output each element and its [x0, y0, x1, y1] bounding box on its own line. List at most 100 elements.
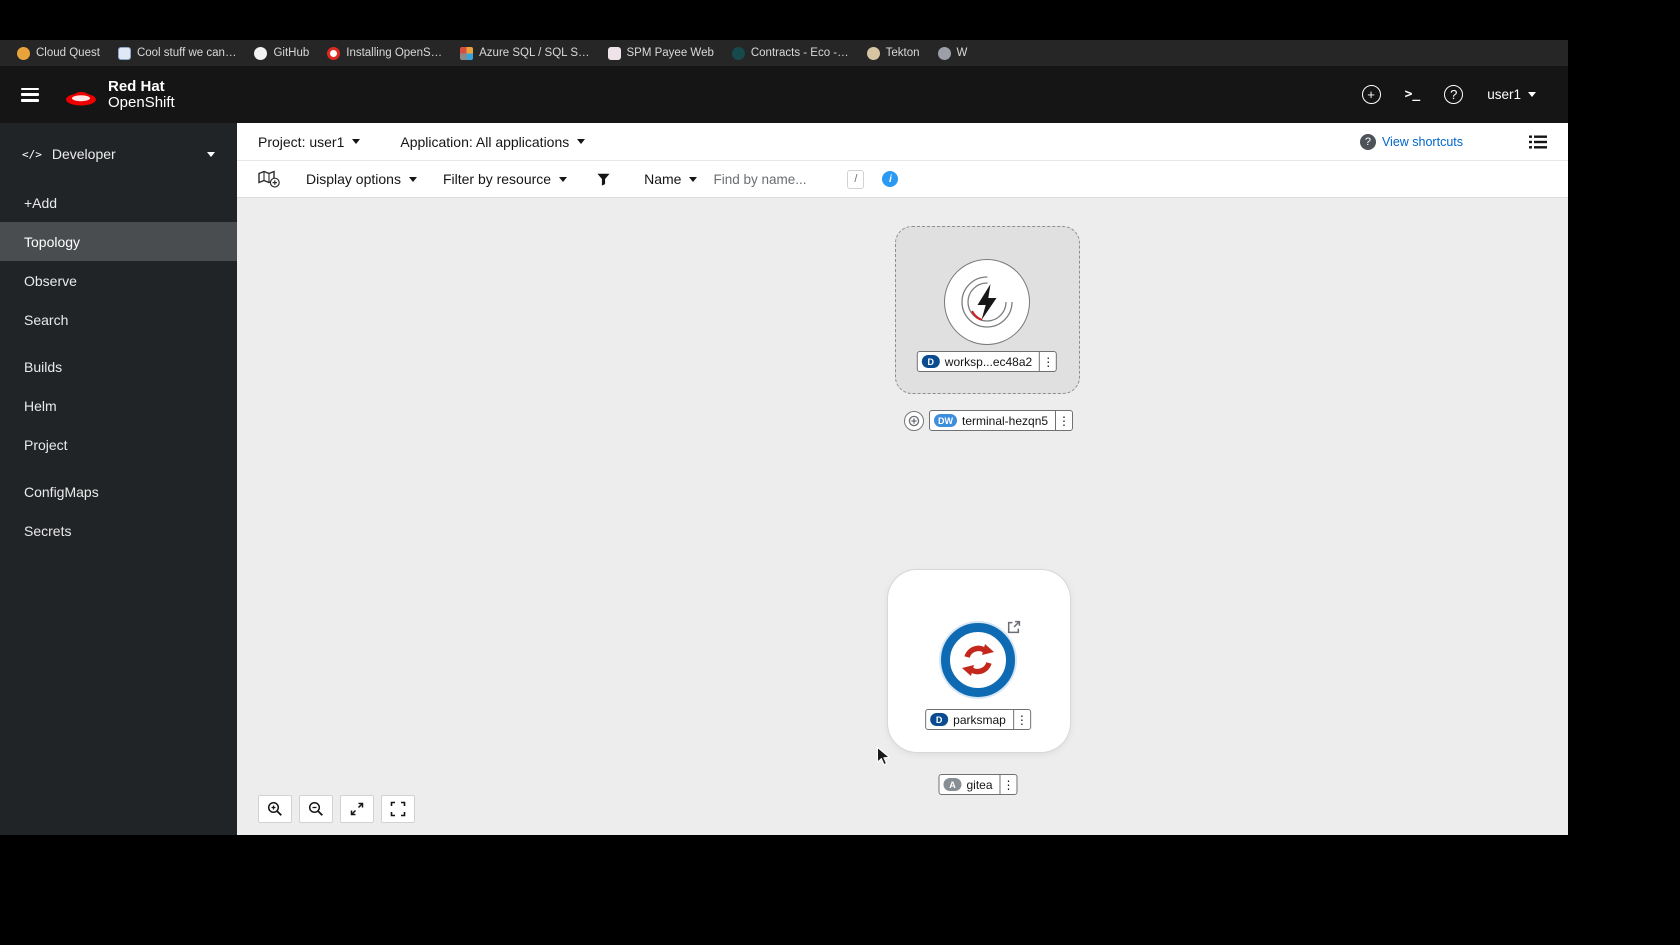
add-circle-icon[interactable]: +	[1361, 85, 1381, 104]
application-badge: A	[943, 778, 962, 791]
info-icon[interactable]: i	[882, 171, 899, 187]
bookmark-cool-stuff[interactable]: Cool stuff we can…	[109, 40, 246, 66]
bookmark-w[interactable]: W	[929, 40, 977, 66]
parksmap-icon[interactable]	[941, 623, 1015, 697]
mouse-cursor	[876, 746, 891, 772]
kebab-menu-icon[interactable]: ⋮	[1012, 710, 1030, 729]
map-plus-icon	[258, 170, 280, 188]
zoom-out-button[interactable]	[299, 795, 333, 823]
red-cycle-arrows-icon	[962, 644, 994, 676]
bookmark-tekton[interactable]: Tekton	[858, 40, 929, 66]
zoom-in-icon	[267, 801, 282, 816]
openshift-favicon	[327, 46, 341, 60]
sidebar-item-secrets[interactable]: Secrets	[0, 511, 237, 550]
bookmark-azure-sql[interactable]: Azure SQL / SQL S…	[451, 40, 598, 66]
tekton-favicon	[866, 46, 880, 60]
application-dropdown-label: Application: All applications	[400, 133, 570, 150]
chevron-down-icon	[207, 151, 215, 157]
list-icon	[1529, 135, 1547, 148]
browser-bookmarks-bar: Cloud Quest Cool stuff we can… GitHub In…	[0, 40, 1568, 66]
workspace-node-label[interactable]: D worksp...ec48a2 ⋮	[916, 351, 1058, 372]
spm-favicon	[607, 46, 621, 60]
kebab-menu-icon[interactable]: ⋮	[999, 775, 1017, 794]
workspace-label-text: worksp...ec48a2	[944, 354, 1033, 369]
question-circle-icon: ?	[1359, 133, 1376, 150]
gitea-node-label[interactable]: A gitea ⋮	[938, 774, 1018, 795]
sidebar-item-add[interactable]: +Add	[0, 183, 237, 222]
globe-favicon	[937, 46, 951, 60]
sidebar-item-helm[interactable]: Helm	[0, 386, 237, 425]
workspace-node[interactable]	[944, 259, 1030, 345]
cool-stuff-favicon	[117, 46, 131, 60]
terminal-decorator-icon[interactable]	[904, 410, 924, 431]
nav-label: +Add	[24, 194, 58, 211]
parksmap-node-label[interactable]: D parksmap ⋮	[925, 709, 1031, 730]
brand-text: Red Hat OpenShift	[108, 77, 175, 111]
chevron-down-icon	[1528, 92, 1536, 97]
list-view-toggle-button[interactable]	[1529, 135, 1547, 149]
nav-label: Topology	[24, 233, 81, 250]
sidebar-item-project[interactable]: Project	[0, 425, 237, 464]
web-terminal-icon[interactable]: >_	[1405, 87, 1421, 102]
export-application-button[interactable]	[258, 170, 280, 188]
nav-label: Project	[24, 436, 68, 453]
nav-label: Search	[24, 311, 69, 328]
topology-toolbar: Display options Filter by resource Name …	[237, 161, 1568, 198]
sidebar-item-topology[interactable]: Topology	[0, 222, 237, 261]
view-shortcuts-label: View shortcuts	[1381, 134, 1463, 149]
github-favicon	[254, 46, 268, 60]
zoom-controls	[258, 795, 415, 823]
zoom-out-icon	[308, 801, 323, 816]
sidebar-item-observe[interactable]: Observe	[0, 261, 237, 300]
user-menu[interactable]: user1	[1487, 87, 1536, 102]
azure-favicon	[460, 46, 474, 60]
project-dropdown[interactable]: Project: user1	[258, 134, 361, 150]
nav-label: Builds	[24, 358, 63, 375]
fullscreen-corners-icon	[390, 801, 406, 817]
fullscreen-button[interactable]	[381, 795, 415, 823]
bookmark-label: SPM Payee Web	[626, 47, 714, 59]
redhat-hat-icon	[66, 91, 96, 105]
bookmark-label: Cool stuff we can…	[136, 47, 237, 59]
expand-arrows-icon	[350, 802, 364, 816]
chevron-down-icon	[352, 139, 361, 144]
terminal-node-row: DW terminal-hezqn5 ⋮	[904, 410, 1074, 431]
find-by-name-input[interactable]	[711, 170, 844, 188]
sidebar-item-builds[interactable]: Builds	[0, 347, 237, 386]
filter-by-resource-dropdown[interactable]: Filter by resource	[442, 171, 568, 187]
zoom-in-button[interactable]	[258, 795, 292, 823]
fit-to-screen-button[interactable]	[340, 795, 374, 823]
cloud-quest-favicon	[17, 46, 30, 60]
sidebar: </> Developer +Add Topology Observe Sear…	[0, 123, 237, 835]
bookmark-label: Azure SQL / SQL S…	[479, 47, 590, 59]
nav-label: ConfigMaps	[24, 483, 99, 500]
filter-by-resource-label: Filter by resource	[442, 171, 552, 187]
perspective-switcher[interactable]: </> Developer	[0, 139, 237, 169]
bookmark-cloud-quest[interactable]: Cloud Quest	[8, 40, 109, 66]
user-name: user1	[1487, 87, 1521, 102]
kebab-menu-icon[interactable]: ⋮	[1039, 352, 1056, 371]
bookmark-label: Contracts - Eco -…	[750, 47, 849, 59]
hamburger-menu-icon[interactable]	[18, 86, 42, 104]
perspective-label: Developer	[51, 146, 116, 162]
help-icon[interactable]: ?	[1444, 85, 1464, 104]
terminal-node-label[interactable]: DW terminal-hezqn5 ⋮	[929, 410, 1074, 431]
bookmark-installing-openshift[interactable]: Installing OpenS…	[318, 40, 451, 66]
chevron-down-icon	[689, 176, 698, 182]
code-icon: </>	[22, 147, 42, 161]
sidebar-item-configmaps[interactable]: ConfigMaps	[0, 472, 237, 511]
bookmark-spm-payee[interactable]: SPM Payee Web	[599, 40, 723, 66]
sidebar-item-search[interactable]: Search	[0, 300, 237, 339]
kebab-menu-icon[interactable]: ⋮	[1055, 411, 1072, 430]
brand-red-hat: Red Hat	[108, 77, 165, 95]
name-filter-dropdown[interactable]: Name	[644, 171, 698, 187]
bookmark-contracts[interactable]: Contracts - Eco -…	[723, 40, 858, 66]
gitea-label-text: gitea	[966, 777, 993, 792]
view-shortcuts-link[interactable]: ? View shortcuts	[1359, 133, 1463, 150]
open-url-decorator[interactable]	[1006, 620, 1021, 640]
chevron-down-icon	[577, 139, 586, 144]
parksmap-label-text: parksmap	[953, 712, 1006, 727]
display-options-dropdown[interactable]: Display options	[306, 171, 417, 187]
bookmark-github[interactable]: GitHub	[245, 40, 318, 66]
application-dropdown[interactable]: Application: All applications	[400, 133, 586, 150]
